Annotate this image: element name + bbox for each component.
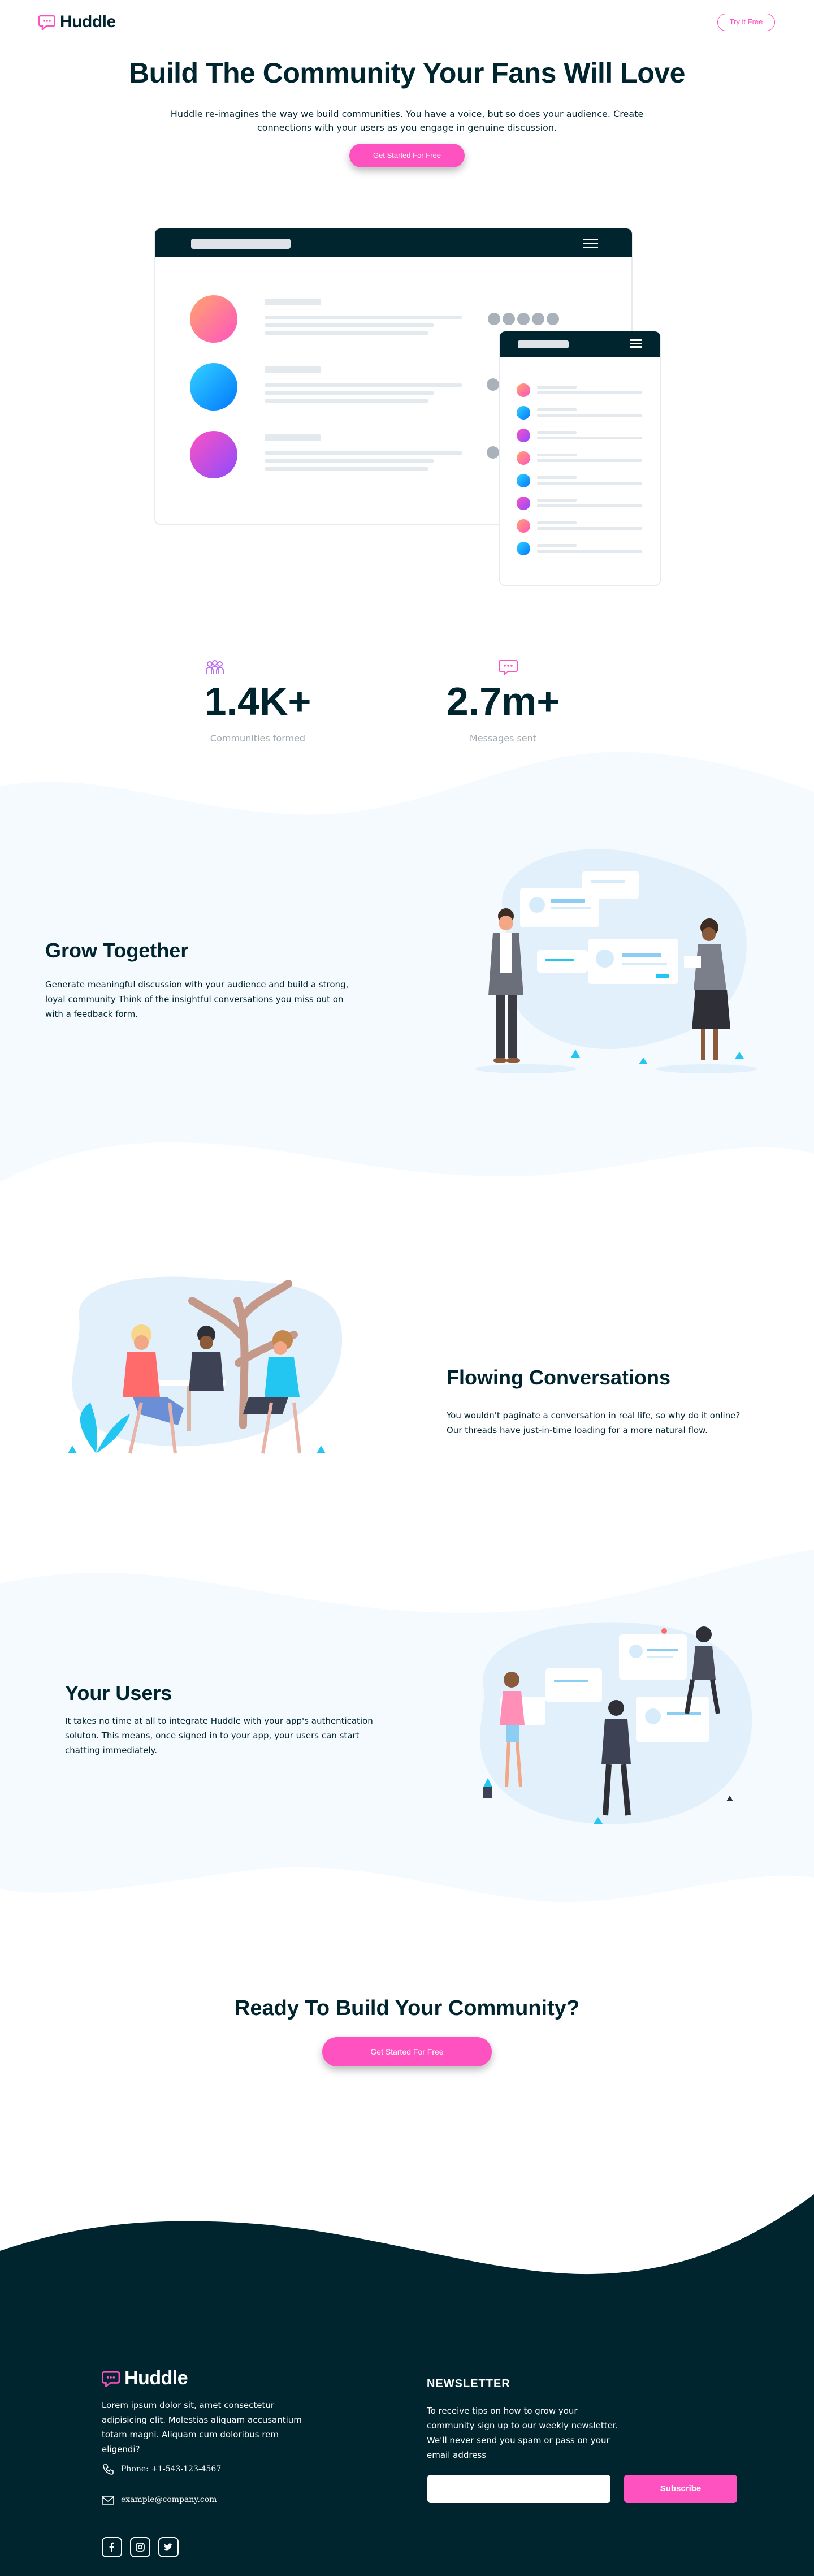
hero-subtitle-line: connections with your users as you engag… — [257, 122, 557, 133]
stat-label: Communities formed — [210, 733, 306, 744]
feature-text: You wouldn't paginate a conversation in … — [447, 1410, 741, 1435]
hero-get-started-button[interactable]: Get Started For Free — [349, 144, 465, 167]
instagram-icon[interactable] — [130, 2537, 150, 2557]
footer-brand-name: Huddle — [124, 2367, 188, 2389]
phone-icon — [103, 2464, 114, 2475]
cta-get-started-button[interactable]: Get Started For Free — [322, 2037, 492, 2066]
brand-name: Huddle — [60, 12, 116, 31]
footer-email[interactable]: example@company.com — [121, 2495, 217, 2504]
messages-icon — [499, 660, 518, 675]
feature-title: Grow Together — [45, 939, 189, 962]
your-users-illustration — [479, 1622, 752, 1824]
conversations-illustration — [68, 1276, 343, 1454]
twitter-icon[interactable] — [158, 2537, 179, 2557]
footer-phone: Phone: +1-543-123-4567 — [121, 2465, 222, 2474]
hero-title: Build The Community Your Fans Will Love — [129, 57, 685, 89]
stat-value: 1.4K+ — [204, 679, 311, 723]
facebook-icon[interactable] — [102, 2537, 122, 2557]
footer-about: Lorem ipsum dolor sit, amet consectetur … — [102, 2400, 302, 2454]
chat-logo-icon — [38, 15, 55, 30]
newsletter-text: To receive tips on how to grow your comm… — [427, 2406, 618, 2460]
cta-title: Ready To Build Your Community? — [234, 1996, 580, 2020]
hero-subtitle: Huddle re-imagines the way we build comm… — [124, 107, 690, 135]
chat-logo-icon — [102, 2371, 120, 2387]
feature-title: Flowing Conversations — [447, 1366, 671, 1389]
hero-mockup-illustration — [154, 228, 661, 586]
brand-logo[interactable]: Huddle — [38, 12, 116, 32]
subscribe-button[interactable]: Subscribe — [624, 2475, 737, 2503]
social-links — [102, 2537, 179, 2557]
stat-label: Messages sent — [469, 733, 537, 744]
newsletter-title: NEWSLETTER — [427, 2377, 510, 2390]
hero-subtitle-line: Huddle re-imagines the way we build comm… — [170, 109, 644, 119]
try-free-button[interactable]: Try it Free — [717, 14, 775, 31]
grow-together-illustration — [475, 849, 757, 1073]
footer-brand-logo[interactable]: Huddle — [102, 2367, 188, 2389]
feature-text: It takes no time at all to integrate Hud… — [65, 1716, 373, 1755]
feature-title: Your Users — [65, 1681, 172, 1705]
stat-value: 2.7m+ — [446, 679, 560, 723]
feature-text: Generate meaningful discussion with your… — [45, 980, 349, 1019]
email-icon — [102, 2496, 114, 2505]
newsletter-email-input[interactable] — [427, 2475, 610, 2503]
communities-icon — [206, 660, 224, 674]
